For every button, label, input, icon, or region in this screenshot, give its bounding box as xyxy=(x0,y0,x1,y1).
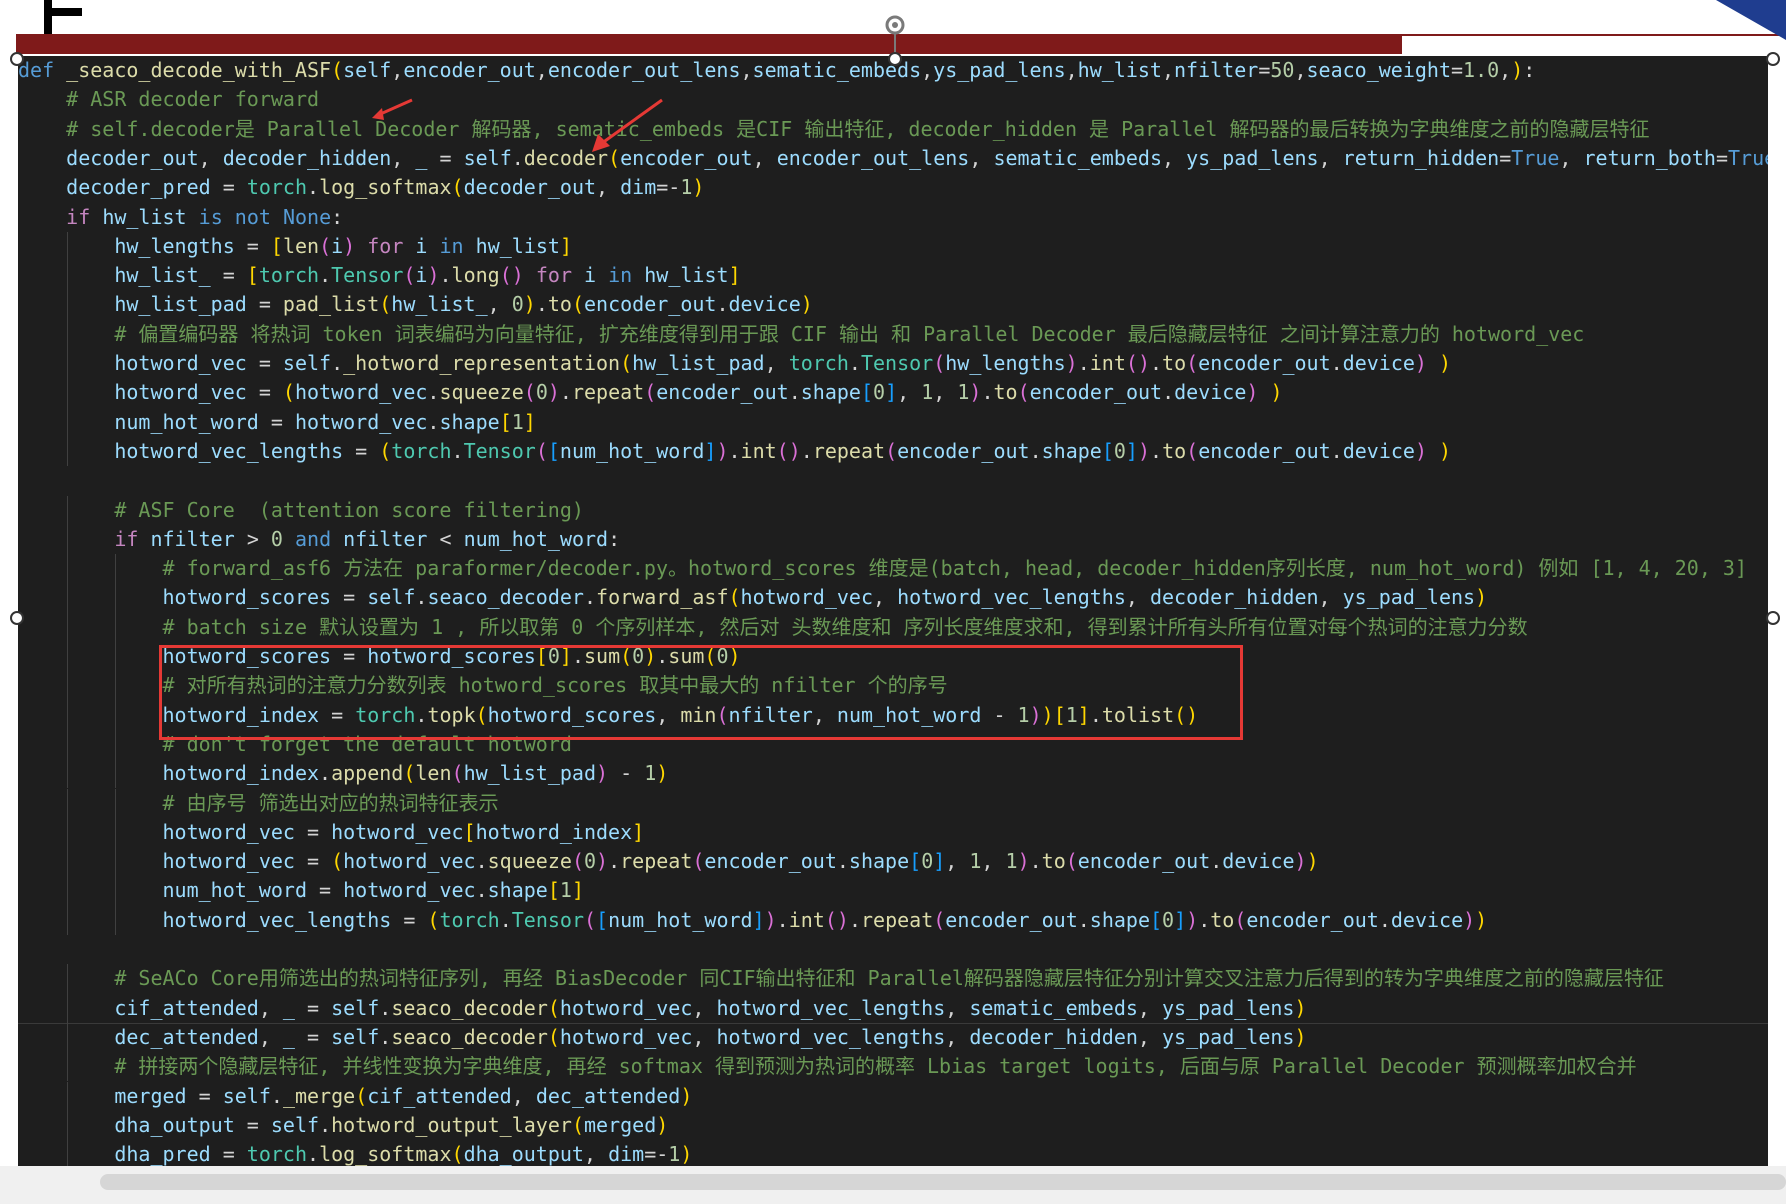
indent-guide xyxy=(67,700,69,730)
indent-guide xyxy=(67,759,69,789)
indent-guide xyxy=(67,729,69,760)
code-line: hotword_vec = (hotword_vec.squeeze(0).re… xyxy=(114,380,1283,405)
code-line: def _seaco_decode_with_ASF(self,encoder_… xyxy=(18,58,1536,82)
indent-guide xyxy=(115,759,117,789)
code-line: cif_attended, _ = self.seaco_decoder(hot… xyxy=(114,995,1307,1020)
code-line: if hw_list is not None: xyxy=(66,204,344,229)
code-line: dha_pred = torch.log_softmax(dha_output,… xyxy=(114,1142,693,1166)
code-line: hw_lengths = [len(i) for i in hw_list] xyxy=(114,233,572,258)
indent-guide xyxy=(115,876,117,906)
code-line: num_hot_word = hotword_vec.shape[1] xyxy=(114,409,536,434)
resize-handle-top[interactable] xyxy=(888,52,902,66)
code-line: hotword_index = torch.topk(hotword_score… xyxy=(162,702,1199,727)
indent-guide xyxy=(67,524,69,555)
code-line: hotword_scores = self.seaco_decoder.forw… xyxy=(162,585,1488,610)
code-line: hotword_vec = self._hotword_representati… xyxy=(114,351,1452,375)
code-line: # don't forget the default hotword xyxy=(162,731,572,756)
indent-guide xyxy=(67,231,69,262)
indent-guide xyxy=(67,290,69,320)
code-line: decoder_out, decoder_hidden, _ = self.de… xyxy=(66,145,1768,170)
indent-guide xyxy=(115,788,117,818)
indent-guide xyxy=(115,671,117,701)
indent-guide xyxy=(67,436,69,467)
code-line: dec_attended, _ = self.seaco_decoder(hot… xyxy=(114,1024,1307,1049)
code-line: # 拼接两个隐藏层特征, 并线性变换为字典维度, 再经 softmax 得到预测… xyxy=(114,1054,1637,1079)
code-line: hw_list_ = [torch.Tensor(i).long() for i… xyxy=(114,263,741,288)
indent-guide xyxy=(67,876,69,906)
indent-guide xyxy=(115,583,117,613)
screenshot-page: def _seaco_decode_with_ASF(self,encoder_… xyxy=(0,0,1786,1204)
resize-handle-right[interactable] xyxy=(1766,611,1780,625)
indent-guide xyxy=(115,817,117,848)
indent-guide xyxy=(115,554,117,584)
indent-guide xyxy=(115,905,117,935)
indent-guide xyxy=(67,378,69,408)
indent-guide xyxy=(67,1052,69,1082)
rotate-icon[interactable] xyxy=(884,14,906,36)
code-line: hw_list_pad = pad_list(hw_list_, 0).to(e… xyxy=(114,292,813,317)
indent-guide xyxy=(67,261,69,291)
code-line: hotword_vec = (hotword_vec.squeeze(0).re… xyxy=(162,849,1319,874)
indent-guide xyxy=(115,729,117,760)
code-line: # ASR decoder forward xyxy=(66,87,320,112)
code-line: if nfilter > 0 and nfilter < num_hot_wor… xyxy=(114,526,621,551)
code-editor: def _seaco_decode_with_ASF(self,encoder_… xyxy=(18,56,1768,1166)
indent-guide xyxy=(67,847,69,877)
indent-guide xyxy=(67,671,69,701)
indent-guide xyxy=(67,993,69,1023)
indent-guide xyxy=(115,847,117,877)
resize-handle-left[interactable] xyxy=(10,611,24,625)
indent-guide xyxy=(67,1140,69,1166)
indent-guide xyxy=(67,905,69,935)
code-line: merged = self._merge(cif_attended, dec_a… xyxy=(114,1083,693,1108)
indent-guide xyxy=(67,319,69,349)
code-line: dha_output = self.hotword_output_layer(m… xyxy=(114,1112,669,1137)
indent-guide xyxy=(67,583,69,613)
indent-guide xyxy=(67,1110,69,1141)
code-line: # 由序号 筛选出对应的热词特征表示 xyxy=(162,790,499,815)
indent-guide xyxy=(67,349,69,379)
indent-guide xyxy=(67,642,69,672)
code-line: # batch size 默认设置为 1 , 所以取第 0 个序列样本, 然后对… xyxy=(162,614,1528,639)
resize-handle-top-left[interactable] xyxy=(10,52,24,66)
code-line: num_hot_word = hotword_vec.shape[1] xyxy=(162,878,585,903)
code-line: # SeACo Core用筛选出的热词特征序列, 再经 BiasDecoder … xyxy=(114,966,1664,991)
corner-decoration xyxy=(1716,0,1786,40)
code-line: # ASF Core (attention score filtering) xyxy=(114,497,584,522)
indent-guide xyxy=(67,964,69,994)
indent-guide xyxy=(67,788,69,818)
horizontal-scrollbar-thumb[interactable] xyxy=(100,1174,1786,1190)
indent-guide xyxy=(67,817,69,848)
indent-guide xyxy=(115,700,117,730)
indent-guide xyxy=(67,554,69,584)
code-line: decoder_pred = torch.log_softmax(decoder… xyxy=(66,175,705,200)
code-line: hotword_vec = hotword_vec[hotword_index] xyxy=(162,819,645,844)
code-line: hotword_vec_lengths = (torch.Tensor([num… xyxy=(114,438,1452,463)
indent-guide xyxy=(67,612,69,642)
code-line: # forward_asf6 方法在 paraformer/decoder.py… xyxy=(162,556,1748,581)
indent-guide xyxy=(67,1022,69,1053)
resize-handle-top-right[interactable] xyxy=(1766,52,1780,66)
indent-guide xyxy=(67,407,69,437)
indent-guide xyxy=(67,495,69,525)
code-line: # 偏置编码器 将热词 token 词表编码为向量特征, 扩充维度得到用于跟 C… xyxy=(114,321,1585,346)
indent-guide xyxy=(67,1081,69,1111)
code-line: # 对所有热词的注意力分数列表 hotword_scores 取其中最大的 nf… xyxy=(162,673,948,698)
indent-guide xyxy=(115,642,117,672)
code-line: # self.decoder是 Parallel Decoder 解码器, se… xyxy=(66,116,1650,141)
code-line: hotword_vec_lengths = (torch.Tensor([num… xyxy=(162,907,1488,932)
code-line: hotword_scores = hotword_scores[0].sum(0… xyxy=(162,644,741,668)
indent-guide xyxy=(115,612,117,642)
slide-top-band xyxy=(16,34,1402,54)
